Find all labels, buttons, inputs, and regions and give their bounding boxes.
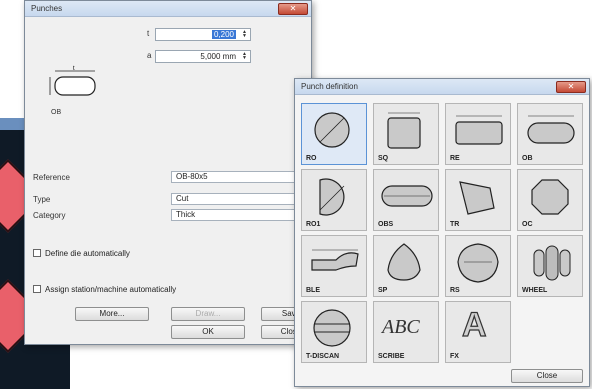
rectangle-punch-icon	[455, 115, 503, 145]
double-d-punch-icon	[381, 185, 433, 207]
t-label: t	[147, 29, 150, 38]
reference-field[interactable]: OB-80x5	[171, 171, 311, 183]
tile-code: WHEEL	[522, 287, 548, 294]
tile-ob[interactable]: OB	[517, 103, 583, 165]
round-punch-icon	[314, 112, 350, 148]
tile-ble[interactable]: BLE	[301, 235, 367, 297]
tile-sp[interactable]: SP	[373, 235, 439, 297]
tile-ro1[interactable]: RO1	[301, 169, 367, 231]
define-die-option[interactable]: Define die automatically	[33, 249, 130, 258]
disc-cut-icon	[313, 309, 351, 347]
define-die-label: Define die automatically	[45, 249, 130, 258]
tile-code: SQ	[378, 155, 389, 162]
punches-title: Punches	[31, 4, 63, 13]
letter-a-icon: A	[461, 305, 487, 344]
tile-code: SP	[378, 287, 388, 294]
tile-code: RO1	[306, 221, 321, 228]
category-label: Category	[33, 211, 66, 220]
a-label: a	[147, 51, 152, 60]
punches-titlebar: Punches ✕	[25, 1, 311, 17]
type-select[interactable]: Cut	[171, 193, 311, 205]
assign-station-checkbox[interactable]	[33, 285, 41, 293]
punches-dialog: Punches ✕ t 0,200 ▲ ▼ a 5,000 mm ▲ ▼ t OB …	[24, 0, 321, 345]
type-label: Type	[33, 195, 51, 204]
tile-code: BLE	[306, 287, 320, 294]
ok-button[interactable]: OK	[171, 325, 245, 339]
tile-code: OC	[522, 221, 533, 228]
reference-label: Reference	[33, 173, 70, 182]
tile-code: OBS	[378, 221, 394, 228]
punch-definition-close-icon[interactable]: ✕	[556, 81, 586, 93]
round-special-icon	[457, 243, 499, 283]
punch-definition-title: Punch definition	[301, 82, 358, 91]
tile-oc[interactable]: OC	[517, 169, 583, 231]
t-spinner[interactable]: 0,200 ▲ ▼	[155, 28, 251, 41]
tile-sq[interactable]: SQ	[373, 103, 439, 165]
category-select[interactable]: Thick	[171, 209, 311, 221]
square-punch-icon	[387, 112, 421, 149]
t-value: 0,200	[211, 30, 236, 39]
wheel-tool-icon	[533, 245, 571, 281]
a-spinner[interactable]: 5,000 mm ▲ ▼	[155, 50, 251, 63]
more-button[interactable]: More...	[75, 307, 149, 321]
a-spin-arrows-icon[interactable]: ▲ ▼	[240, 52, 249, 61]
obround-preview-icon: t	[49, 66, 96, 96]
assign-station-label: Assign station/machine automatically	[45, 285, 177, 294]
define-die-checkbox[interactable]	[33, 249, 41, 257]
tile-code: FX	[450, 353, 459, 360]
tile-wheel[interactable]: WHEEL	[517, 235, 583, 297]
punch-definition-close-button[interactable]: Close	[511, 369, 583, 383]
punches-close-icon[interactable]: ✕	[278, 3, 308, 15]
tile-code: TR	[450, 221, 460, 228]
desktop: Punches ✕ t 0,200 ▲ ▼ a 5,000 mm ▲ ▼ t OB …	[0, 0, 592, 389]
octagon-punch-icon	[531, 179, 569, 215]
text-abc-icon: ABC	[382, 316, 420, 338]
tile-fx[interactable]: A FX	[445, 301, 511, 363]
draw-button[interactable]: Draw...	[171, 307, 245, 321]
preview-code: OB	[51, 109, 62, 116]
tile-rs[interactable]: RS	[445, 235, 511, 297]
tile-code: RE	[450, 155, 460, 162]
t-spin-arrows-icon[interactable]: ▲ ▼	[240, 30, 249, 39]
trapezoid-punch-icon	[459, 181, 495, 215]
tile-code: T-DISCAN	[306, 353, 340, 360]
tile-scribe[interactable]: ABC SCRIBE	[373, 301, 439, 363]
punch-definition-titlebar: Punch definition ✕	[295, 79, 589, 95]
special-shape-icon	[387, 243, 421, 281]
slot-punch-icon	[311, 249, 359, 271]
tile-code: SCRIBE	[378, 353, 405, 360]
punch-definition-dialog: Punch definition ✕ RO SQ RE OB RO1 OBS T…	[294, 78, 590, 387]
tile-ro[interactable]: RO	[301, 103, 367, 165]
tile-tr[interactable]: TR	[445, 169, 511, 231]
a-value: 5,000 mm	[200, 52, 236, 61]
tile-t-discan[interactable]: T-DISCAN	[301, 301, 367, 363]
tile-code: OB	[522, 155, 533, 162]
tile-re[interactable]: RE	[445, 103, 511, 165]
tile-obs[interactable]: OBS	[373, 169, 439, 231]
tile-code: RS	[450, 287, 460, 294]
tile-code: RO	[306, 155, 317, 162]
obround-punch-icon	[527, 115, 575, 144]
assign-station-option[interactable]: Assign station/machine automatically	[33, 285, 176, 294]
single-d-punch-icon	[319, 178, 345, 216]
